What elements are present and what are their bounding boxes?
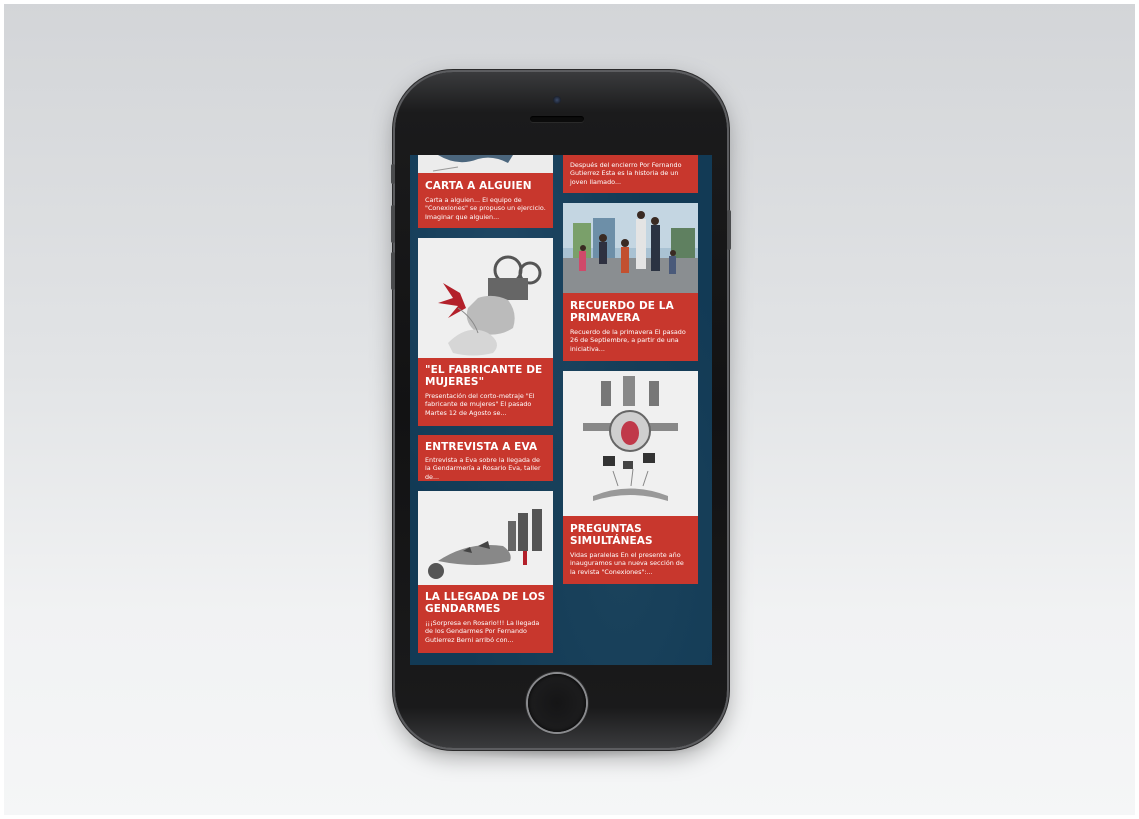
collage-gendarmes-image [418,491,553,585]
volume-up-button [391,205,395,243]
post-card-preguntas-simultaneas[interactable]: PREGUNTAS SIMULTÁNEAS Vidas paralelas En… [563,516,698,584]
collage-projector-woman-image [418,238,553,358]
post-excerpt: Carta a alguien... El equipo de "Conexio… [425,196,546,221]
phone-screen[interactable]: CARTA A ALGUIEN Carta a alguien... El eq… [410,155,712,665]
post-image-fabricante[interactable] [418,238,553,358]
post-title[interactable]: CARTA A ALGUIEN [418,173,553,192]
collage-microphones-book-image [563,371,698,516]
volume-down-button [391,252,395,290]
post-title[interactable]: RECUERDO DE LA PRIMAVERA [563,293,698,324]
front-camera [553,96,561,104]
post-excerpt: Entrevista a Eva sobre la llegada de la … [425,456,541,481]
post-title[interactable]: "EL FABRICANTE DE MUJERES" [418,358,553,388]
post-excerpt: Recuerdo de la primavera El pasado 26 de… [570,328,686,353]
post-card-la-llegada[interactable]: LA LLEGADA DE LOS GENDARMES ¡¡¡Sorpresa … [418,585,553,653]
post-image-primavera[interactable] [563,203,698,293]
mute-switch [391,164,395,184]
post-title[interactable]: LA LLEGADA DE LOS GENDARMES [418,585,553,615]
post-card-carta-a-alguien[interactable]: CARTA A ALGUIEN Carta a alguien... El eq… [418,173,553,228]
post-card-recuerdo-de-la-primavera[interactable]: RECUERDO DE LA PRIMAVERA Recuerdo de la … [563,293,698,361]
sketch-illustration [418,155,553,173]
post-excerpt: Vidas paralelas En el presente año inaug… [570,551,684,576]
home-button[interactable] [528,674,586,732]
power-button [727,210,731,250]
post-card-entrevista-a-eva[interactable]: ENTREVISTA A EVA Entrevista a Eva sobre … [418,435,553,481]
post-image-preguntas[interactable] [563,371,698,516]
post-excerpt: Presentación del corto-metraje "El fabri… [425,392,535,417]
post-title[interactable]: PREGUNTAS SIMULTÁNEAS [563,516,698,547]
post-card-despues-del-encierro[interactable]: Después del encierro Por Fernando Gutier… [563,155,698,193]
earpiece-speaker [530,116,584,122]
dancing-people-photo [563,203,698,293]
post-card-el-fabricante[interactable]: "EL FABRICANTE DE MUJERES" Presentación … [418,358,553,426]
post-image-carta[interactable] [418,155,553,173]
post-excerpt: Después del encierro Por Fernando Gutier… [570,161,682,186]
post-title[interactable]: ENTREVISTA A EVA [418,435,553,453]
post-image-gendarmes[interactable] [418,491,553,585]
post-excerpt: ¡¡¡Sorpresa en Rosario!!! La llegada de … [425,619,540,644]
